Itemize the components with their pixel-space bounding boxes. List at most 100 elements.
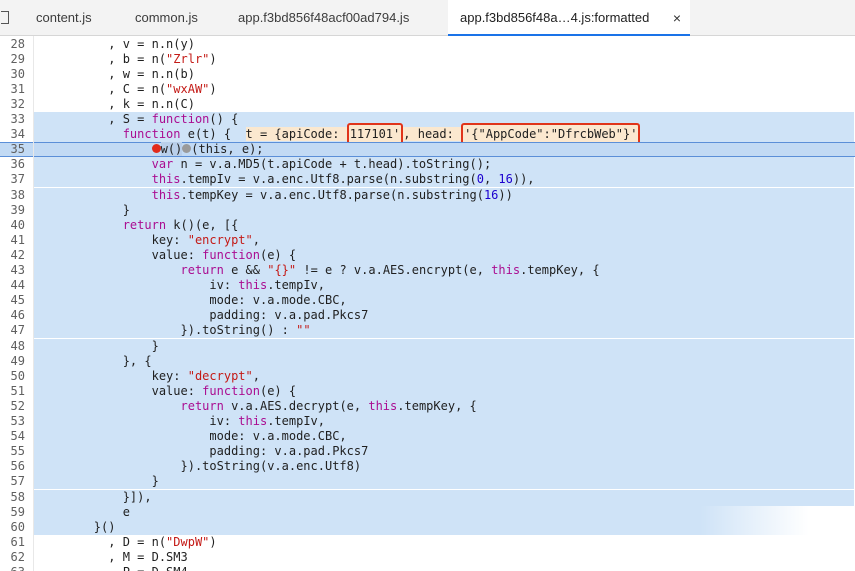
code-token: v.a.AES.decrypt(e,: [223, 398, 369, 413]
code-token: , P = D.SM4: [36, 565, 187, 571]
code-text: }: [36, 203, 130, 218]
code-line[interactable]: 42 value: function(e) {: [0, 247, 855, 263]
code-line[interactable]: 57 }: [0, 474, 855, 490]
code-line[interactable]: 30 , w = n.n(b): [0, 67, 855, 82]
code-text: this.tempKey = v.a.enc.Utf8.parse(n.subs…: [36, 188, 513, 203]
code-token: != e ? v.a.AES.encrypt(e,: [296, 263, 492, 277]
line-number[interactable]: 43: [0, 263, 25, 278]
code-line[interactable]: 29 , b = n("Zrlr"): [0, 52, 855, 67]
line-number[interactable]: 35: [0, 142, 25, 157]
code-line[interactable]: 45 mode: v.a.mode.CBC,: [0, 293, 855, 309]
line-number[interactable]: 41: [0, 233, 25, 248]
code-token: "encrypt": [187, 232, 253, 247]
tab-content-js[interactable]: content.js: [36, 0, 92, 35]
tab-app-js-formatted[interactable]: app.f3bd856f48a…4.js:formatted ×: [448, 0, 690, 36]
code-line[interactable]: 48 }: [0, 338, 855, 354]
code-line[interactable]: 54 mode: v.a.mode.CBC,: [0, 429, 855, 445]
code-line[interactable]: 53 iv: this.tempIv,: [0, 414, 855, 430]
code-token: ,: [252, 232, 260, 247]
code-text: }: [36, 474, 159, 489]
code-line[interactable]: 33 , S = function() {: [0, 112, 855, 128]
line-number[interactable]: 52: [0, 399, 25, 414]
line-number[interactable]: 46: [0, 308, 25, 323]
line-number[interactable]: 29: [0, 52, 25, 67]
tab-app-js[interactable]: app.f3bd856f48acf00ad794.js: [238, 0, 409, 35]
code-text: }).toString() : "": [36, 323, 310, 338]
line-number[interactable]: 28: [0, 37, 25, 52]
code-token: .tempKey, {: [520, 263, 600, 277]
code-line[interactable]: 56 }).toString(v.a.enc.Utf8): [0, 459, 855, 475]
line-number[interactable]: 45: [0, 293, 25, 308]
line-number[interactable]: 42: [0, 248, 25, 263]
line-number[interactable]: 39: [0, 203, 25, 218]
code-line[interactable]: 58 }]),: [0, 489, 855, 505]
close-icon[interactable]: ×: [673, 0, 681, 36]
line-number[interactable]: 34: [0, 127, 25, 142]
code-line[interactable]: 52 return v.a.AES.decrypt(e, this.tempKe…: [0, 398, 855, 414]
line-number[interactable]: 60: [0, 520, 25, 535]
line-number[interactable]: 30: [0, 67, 25, 82]
code-token: , S =: [36, 112, 152, 126]
code-line[interactable]: 31 , C = n("wxAW"): [0, 82, 855, 97]
code-token: value:: [36, 247, 203, 262]
code-line[interactable]: 38 this.tempKey = v.a.enc.Utf8.parse(n.s…: [0, 187, 855, 203]
code-line[interactable]: 46 padding: v.a.pad.Pkcs7: [0, 308, 855, 324]
code-line[interactable]: 55 padding: v.a.pad.Pkcs7: [0, 444, 855, 460]
line-number[interactable]: 31: [0, 82, 25, 97]
code-line[interactable]: 51 value: function(e) {: [0, 383, 855, 399]
code-editor[interactable]: 28 , v = n.n(y) 29 , b = n("Zrlr") 30 , w …: [0, 36, 855, 571]
line-number[interactable]: 56: [0, 459, 25, 474]
line-number[interactable]: 59: [0, 505, 25, 520]
code-line[interactable]: 28 , v = n.n(y): [0, 37, 855, 52]
code-text: iv: this.tempIv,: [36, 414, 325, 429]
code-token: padding: v.a.pad.Pkcs7: [36, 444, 369, 459]
line-number[interactable]: 57: [0, 474, 25, 489]
code-token: () {: [209, 112, 239, 126]
line-number[interactable]: 49: [0, 354, 25, 369]
line-number[interactable]: 33: [0, 112, 25, 127]
code-line[interactable]: 39 }: [0, 202, 855, 218]
code-line[interactable]: 41 key: "encrypt",: [0, 232, 855, 248]
line-number[interactable]: 44: [0, 278, 25, 293]
line-number[interactable]: 58: [0, 490, 25, 505]
code-line[interactable]: 40 return k()(e, [{: [0, 217, 855, 233]
code-token: }, {: [36, 353, 152, 368]
code-line[interactable]: 50 key: "decrypt",: [0, 368, 855, 384]
line-number[interactable]: 62: [0, 550, 25, 565]
line-number[interactable]: 53: [0, 414, 25, 429]
line-number[interactable]: 48: [0, 339, 25, 354]
code-token: function: [202, 247, 260, 262]
code-token: ,: [483, 172, 499, 187]
line-number[interactable]: 61: [0, 535, 25, 550]
breakpoint-icon[interactable]: [151, 144, 161, 154]
code-line[interactable]: 32 , k = n.n(C): [0, 97, 855, 112]
line-number[interactable]: 55: [0, 444, 25, 459]
code-line[interactable]: 34 function e(t) { t = {apiCode: 117101'…: [0, 123, 855, 146]
code-line[interactable]: 37 this.tempIv = v.a.enc.Utf8.parse(n.su…: [0, 172, 855, 188]
code-text: , M = D.SM3: [36, 550, 187, 565]
code-line[interactable]: 49 }, {: [0, 353, 855, 369]
code-line[interactable]: 47 }).toString() : "": [0, 323, 855, 339]
code-text: , w = n.n(b): [36, 67, 195, 82]
code-line[interactable]: 35 w() (this, e);: [0, 142, 855, 158]
code-line[interactable]: 36 var n = v.a.MD5(t.apiCode + t.head).t…: [0, 157, 855, 173]
line-number[interactable]: 40: [0, 218, 25, 233]
line-number[interactable]: 51: [0, 384, 25, 399]
line-number[interactable]: 38: [0, 188, 25, 203]
line-number[interactable]: 36: [0, 157, 25, 172]
line-number[interactable]: 32: [0, 97, 25, 112]
line-number[interactable]: 37: [0, 172, 25, 187]
line-number[interactable]: 47: [0, 323, 25, 338]
code-line[interactable]: 43 return e && "{}" != e ? v.a.AES.encry…: [0, 263, 855, 279]
line-number[interactable]: 50: [0, 369, 25, 384]
code-text: this.tempIv = v.a.enc.Utf8.parse(n.subst…: [36, 172, 535, 187]
tab-common-js[interactable]: common.js: [135, 0, 198, 35]
inline-breakpoint-icon[interactable]: [182, 144, 192, 154]
sidebar-toggle-icon[interactable]: [1, 11, 9, 24]
line-number[interactable]: 54: [0, 429, 25, 444]
selection-highlight: [34, 489, 854, 505]
line-number[interactable]: 63: [0, 565, 25, 571]
code-token: (e) {: [259, 247, 297, 262]
code-line[interactable]: 44 iv: this.tempIv,: [0, 278, 855, 294]
